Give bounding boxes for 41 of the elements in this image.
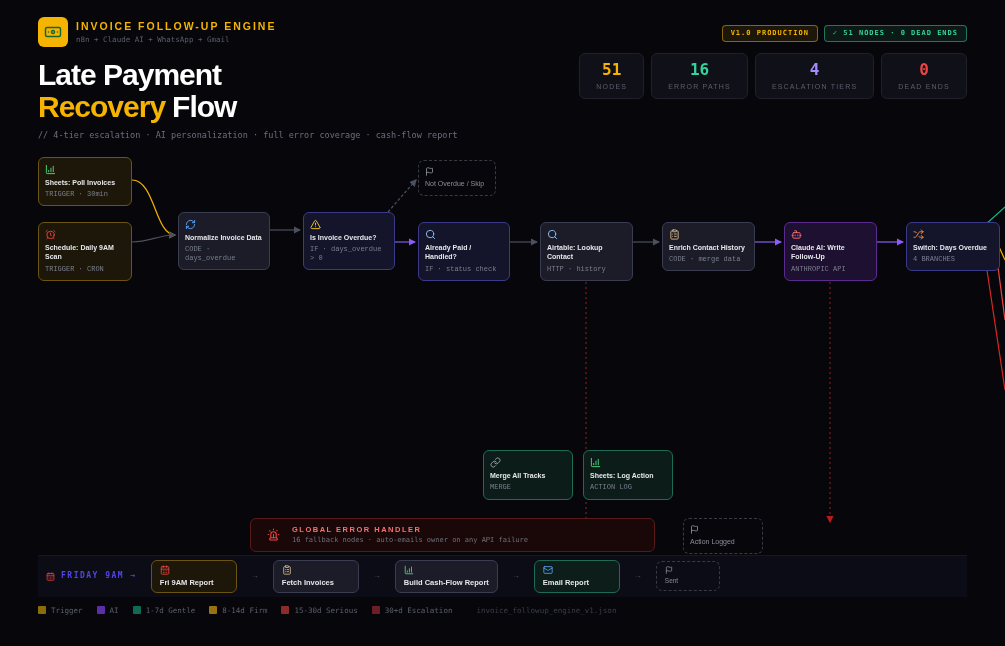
stat-value: 0	[919, 59, 929, 81]
headline: Flow	[172, 91, 237, 123]
connector	[754, 238, 783, 246]
connector	[632, 238, 661, 246]
headline: Late Payment	[38, 59, 223, 91]
clipboard-icon	[669, 228, 680, 240]
flag-icon	[690, 524, 699, 534]
chart-icon	[45, 163, 56, 175]
flow-arrow: →	[372, 570, 381, 583]
flag-icon	[425, 166, 434, 176]
report-label: FRIDAY 9AM →	[61, 570, 137, 583]
chart-icon	[590, 456, 601, 468]
refresh-icon	[185, 218, 196, 230]
shuffle-icon	[913, 228, 924, 240]
flow-arrow: →	[511, 570, 520, 583]
connector	[394, 238, 417, 246]
alarm-clock-icon	[45, 228, 56, 240]
connector	[876, 238, 905, 246]
flow-arrow: →	[633, 570, 642, 583]
tagline: // 4-tier escalation · AI personalization · full error coverage · cash-flow report	[38, 129, 458, 142]
clipboard-icon	[281, 564, 292, 575]
stat-value: 4	[809, 59, 820, 81]
chart-icon	[403, 564, 414, 575]
search-icon	[547, 228, 558, 240]
headline-highlight: Recovery	[38, 91, 166, 123]
app-title: INVOICE FOLLOW-UP ENGINE	[76, 18, 277, 34]
stat-value: 16	[689, 59, 710, 81]
stat-value: 51	[602, 59, 622, 81]
link-icon	[490, 456, 501, 468]
siren-icon	[267, 528, 280, 542]
calendar-icon	[46, 571, 55, 581]
warning-icon	[310, 218, 321, 230]
mail-icon	[542, 564, 553, 575]
search-icon	[425, 228, 436, 240]
connector	[269, 226, 302, 234]
connector	[509, 238, 539, 246]
connector	[387, 178, 417, 213]
calendar-icon	[159, 564, 170, 575]
robot-icon	[791, 228, 802, 240]
flow-arrow: →	[250, 570, 259, 583]
flag-icon	[664, 566, 673, 575]
